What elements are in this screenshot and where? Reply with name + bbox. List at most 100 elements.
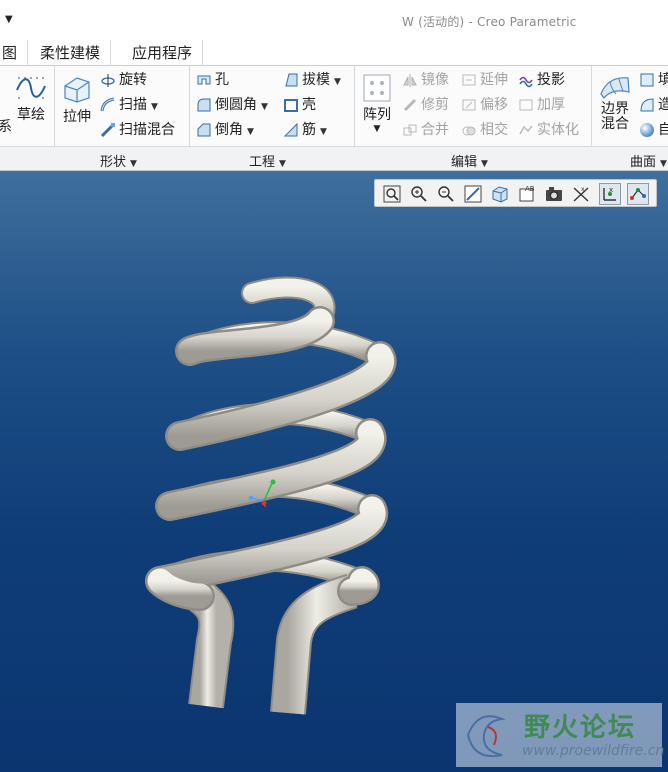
intersect-button[interactable]: 相交 bbox=[461, 119, 508, 141]
watermark-url: www.proewildfire.cn bbox=[522, 743, 665, 759]
ribbon: 系 草绘 拉伸 旋转 扫描 ▼ 扫描混合 孔 倒圆角 ▼ 倒角 ▼ 拔模 ▼ 壳 bbox=[0, 66, 668, 146]
revolve-icon bbox=[101, 74, 115, 87]
extrude-button[interactable]: 拉伸 bbox=[58, 74, 96, 126]
window-title: W (活动的) - Creo Parametric bbox=[402, 15, 577, 29]
hole-icon bbox=[197, 75, 211, 85]
group-shapes-label[interactable]: 形状 ▼ bbox=[100, 151, 137, 170]
thicken-icon bbox=[519, 99, 533, 111]
boundary-blend-button[interactable]: 边界 混合 bbox=[596, 72, 634, 132]
offset-icon bbox=[462, 99, 476, 111]
button-label: 自 bbox=[658, 122, 668, 138]
button-label: 偏移 bbox=[480, 97, 508, 113]
draft-button[interactable]: 拔模 ▼ bbox=[283, 69, 341, 91]
tab-label: 柔性建模 bbox=[40, 44, 101, 62]
extrude-icon bbox=[64, 77, 90, 103]
button-label: 筋 bbox=[302, 122, 316, 138]
hole-button[interactable]: 孔 bbox=[196, 69, 229, 91]
pattern-button[interactable]: 阵列 ▼ bbox=[360, 74, 394, 134]
button-label: 壳 bbox=[302, 97, 316, 113]
intersect-icon bbox=[462, 126, 476, 136]
button-label: 拉伸 bbox=[63, 109, 91, 125]
button-label: 系 bbox=[0, 119, 12, 135]
button-label: 倒圆角 bbox=[215, 97, 257, 113]
thicken-button[interactable]: 加厚 bbox=[518, 94, 565, 116]
shell-icon bbox=[284, 99, 298, 112]
style-button[interactable]: 造 bbox=[639, 94, 668, 116]
button-label: 草绘 bbox=[17, 107, 45, 123]
rib-icon bbox=[283, 122, 298, 137]
button-label: 扫描混合 bbox=[119, 122, 175, 138]
dropdown-arrow-icon[interactable]: ▼ bbox=[261, 102, 268, 112]
sweep-button[interactable]: 扫描 ▼ bbox=[100, 94, 158, 116]
helical-spring-model[interactable] bbox=[0, 171, 668, 772]
solidify-icon bbox=[519, 125, 533, 135]
ribbon-group-labels: 形状 ▼ 工程 ▼ 编辑 ▼ 曲面 ▼ bbox=[0, 146, 668, 171]
dropdown-arrow-icon[interactable]: ▼ bbox=[334, 77, 341, 87]
mirror-icon bbox=[403, 74, 417, 87]
watermark-title: 野火论坛 bbox=[524, 713, 637, 743]
dropdown-arrow-icon[interactable]: ▼ bbox=[247, 127, 254, 137]
rib-button[interactable]: 筋 ▼ bbox=[283, 119, 327, 141]
chamfer-icon bbox=[197, 123, 211, 137]
ribbon-tabs: 图 柔性建模 应用程序 bbox=[0, 40, 668, 66]
tab-applications[interactable]: 应用程序 bbox=[122, 40, 204, 66]
pattern-icon bbox=[363, 74, 391, 102]
fill-icon bbox=[640, 73, 654, 87]
group-surfaces-label[interactable]: 曲面 ▼ bbox=[630, 151, 667, 170]
dropdown-arrow-icon[interactable]: ▼ bbox=[360, 124, 394, 134]
button-label-line1: 边界 bbox=[601, 101, 629, 117]
quick-access-dropdown-icon[interactable]: ▼ bbox=[5, 14, 13, 25]
chamfer-button[interactable]: 倒角 ▼ bbox=[196, 119, 254, 141]
button-label: 扫描 bbox=[119, 97, 147, 113]
group-editing-label[interactable]: 编辑 ▼ bbox=[451, 151, 488, 170]
title-bar: ▼ W (活动的) - Creo Parametric bbox=[0, 0, 668, 40]
button-label: 合并 bbox=[421, 122, 449, 138]
merge-icon bbox=[403, 124, 417, 136]
tab-view[interactable]: 图 bbox=[0, 40, 29, 66]
button-label: 加厚 bbox=[537, 97, 565, 113]
dropdown-arrow-icon[interactable]: ▼ bbox=[320, 127, 327, 137]
datum-coordinate-system-button[interactable]: 系 bbox=[0, 116, 12, 138]
button-label: 投影 bbox=[537, 72, 565, 88]
solidify-button[interactable]: 实体化 bbox=[518, 119, 579, 141]
button-label: 修剪 bbox=[421, 97, 449, 113]
tab-flexible-modeling[interactable]: 柔性建模 bbox=[30, 40, 112, 66]
button-label-line2: 混合 bbox=[601, 116, 629, 132]
dropdown-arrow-icon[interactable]: ▼ bbox=[151, 102, 158, 112]
button-label: 造 bbox=[658, 97, 668, 113]
sketch-button[interactable]: 草绘 bbox=[12, 74, 50, 124]
draft-icon bbox=[285, 73, 298, 87]
mirror-button[interactable]: 镜像 bbox=[402, 69, 449, 91]
extend-icon bbox=[462, 74, 476, 86]
project-button[interactable]: 投影 bbox=[518, 69, 565, 91]
forum-watermark: 野火论坛 www.proewildfire.cn bbox=[456, 703, 665, 767]
button-label: 相交 bbox=[480, 122, 508, 138]
round-button[interactable]: 倒圆角 ▼ bbox=[196, 94, 268, 116]
button-label: 旋转 bbox=[119, 72, 147, 88]
boundary-blend-icon bbox=[600, 77, 630, 99]
sweep-icon bbox=[100, 97, 115, 112]
style-icon bbox=[640, 98, 654, 112]
graphics-window[interactable]: AB x x 野火论坛 www.proewildfire.cn bbox=[0, 171, 668, 772]
fill-button[interactable]: 填 bbox=[639, 69, 668, 91]
freestyle-button[interactable]: 自 bbox=[639, 119, 668, 141]
swept-blend-button[interactable]: 扫描混合 bbox=[100, 119, 175, 141]
tab-label: 应用程序 bbox=[132, 44, 193, 62]
group-engineering-label[interactable]: 工程 ▼ bbox=[249, 151, 286, 170]
project-icon bbox=[519, 76, 533, 88]
extend-button[interactable]: 延伸 bbox=[461, 69, 508, 91]
revolve-button[interactable]: 旋转 bbox=[100, 69, 147, 91]
round-icon bbox=[197, 98, 211, 112]
shell-button[interactable]: 壳 bbox=[283, 94, 316, 116]
offset-button[interactable]: 偏移 bbox=[461, 94, 508, 116]
button-label: 镜像 bbox=[421, 72, 449, 88]
merge-button[interactable]: 合并 bbox=[402, 119, 449, 141]
sketch-icon bbox=[16, 77, 46, 99]
button-label: 倒角 bbox=[215, 122, 243, 138]
freestyle-icon bbox=[640, 123, 654, 137]
button-label: 孔 bbox=[215, 72, 229, 88]
button-label: 拔模 bbox=[302, 72, 330, 88]
trim-button[interactable]: 修剪 bbox=[402, 94, 449, 116]
button-label: 延伸 bbox=[480, 72, 508, 88]
button-label: 阵列 bbox=[363, 107, 391, 123]
